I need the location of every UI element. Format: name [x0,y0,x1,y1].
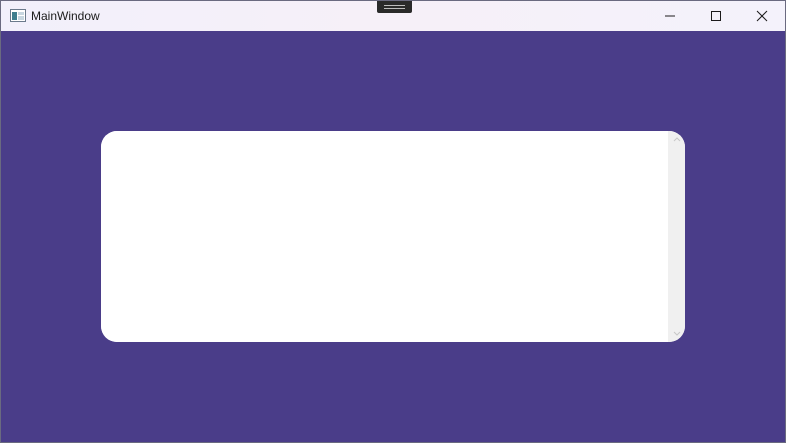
maximize-icon [711,11,721,21]
chevron-down-icon [673,331,680,336]
main-window: MainWindow [0,0,786,443]
content-card [101,131,685,342]
scrollable-content[interactable] [101,131,668,342]
title-bar[interactable]: MainWindow [1,1,785,31]
minimize-button[interactable] [647,1,693,31]
minimize-icon [665,15,675,17]
client-area [1,31,785,442]
close-button[interactable] [739,1,785,31]
window-title: MainWindow [31,9,100,23]
close-icon [756,10,768,22]
chevron-up-icon [673,137,680,142]
maximize-button[interactable] [693,1,739,31]
scroll-down-button[interactable] [671,329,682,338]
application-window-icon [10,9,26,22]
snap-layout-handle[interactable] [377,1,412,13]
vertical-scrollbar[interactable] [668,131,685,342]
scroll-up-button[interactable] [671,135,682,144]
